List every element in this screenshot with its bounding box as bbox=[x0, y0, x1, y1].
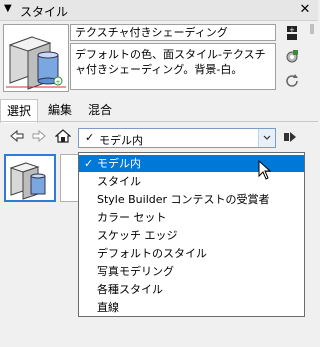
collection-select[interactable]: ✓ モデル内 bbox=[78, 128, 276, 148]
tab-mix[interactable]: 混合 bbox=[82, 99, 118, 121]
close-icon[interactable]: ✕ bbox=[296, 1, 314, 19]
style-name-field[interactable]: テクスチャ付きシェーディング bbox=[70, 24, 276, 41]
menu-item-style-builder-winners[interactable]: Style Builder コンテストの受賞者 bbox=[79, 191, 304, 208]
mouse-cursor-icon bbox=[258, 159, 272, 183]
style-grid-thumbnail[interactable] bbox=[60, 154, 80, 202]
panel-titlebar: ▼ スタイル ✕ bbox=[0, 0, 318, 21]
menu-item-straight-lines[interactable]: 直線 bbox=[79, 299, 304, 316]
menu-item-color-sets[interactable]: カラー セット bbox=[79, 209, 304, 226]
panel-title: スタイル bbox=[20, 5, 69, 19]
chevron-down-icon[interactable] bbox=[258, 129, 275, 147]
style-description-field[interactable]: デフォルトの色、面スタイル-テクスチャ付きシェーディング。背景-白。 bbox=[70, 43, 276, 90]
svg-text:+: + bbox=[289, 26, 295, 34]
svg-text:+: + bbox=[56, 79, 61, 86]
forward-icon[interactable] bbox=[30, 127, 48, 145]
menu-item-default-styles[interactable]: デフォルトのスタイル bbox=[79, 245, 304, 262]
collection-select-value: モデル内 bbox=[99, 134, 143, 147]
home-icon[interactable] bbox=[54, 127, 72, 145]
tab-divider bbox=[0, 121, 318, 122]
menu-item-sketchy-edges[interactable]: スケッチ エッジ bbox=[79, 227, 304, 244]
create-style-icon[interactable]: + bbox=[283, 24, 301, 42]
style-grid-thumbnail[interactable] bbox=[4, 154, 56, 202]
tab-bar: 選択 編集 混合 bbox=[0, 99, 318, 123]
back-icon[interactable] bbox=[8, 127, 26, 145]
check-icon: ✓ bbox=[84, 157, 94, 170]
tab-select[interactable]: 選択 bbox=[0, 99, 39, 123]
style-preview-thumbnail: + bbox=[3, 24, 69, 92]
menu-item-photo-modeling[interactable]: 写真モデリング bbox=[79, 263, 304, 280]
tab-edit[interactable]: 編集 bbox=[42, 99, 78, 121]
refresh-icon[interactable] bbox=[283, 72, 301, 90]
update-style-icon[interactable] bbox=[283, 48, 301, 66]
menu-item-assorted-styles[interactable]: 各種スタイル bbox=[79, 281, 304, 298]
combo-check-icon: ✓ bbox=[85, 131, 95, 144]
scrollbar[interactable] bbox=[310, 24, 314, 34]
collapse-triangle-icon[interactable]: ▼ bbox=[4, 3, 12, 14]
details-icon[interactable] bbox=[281, 128, 299, 146]
